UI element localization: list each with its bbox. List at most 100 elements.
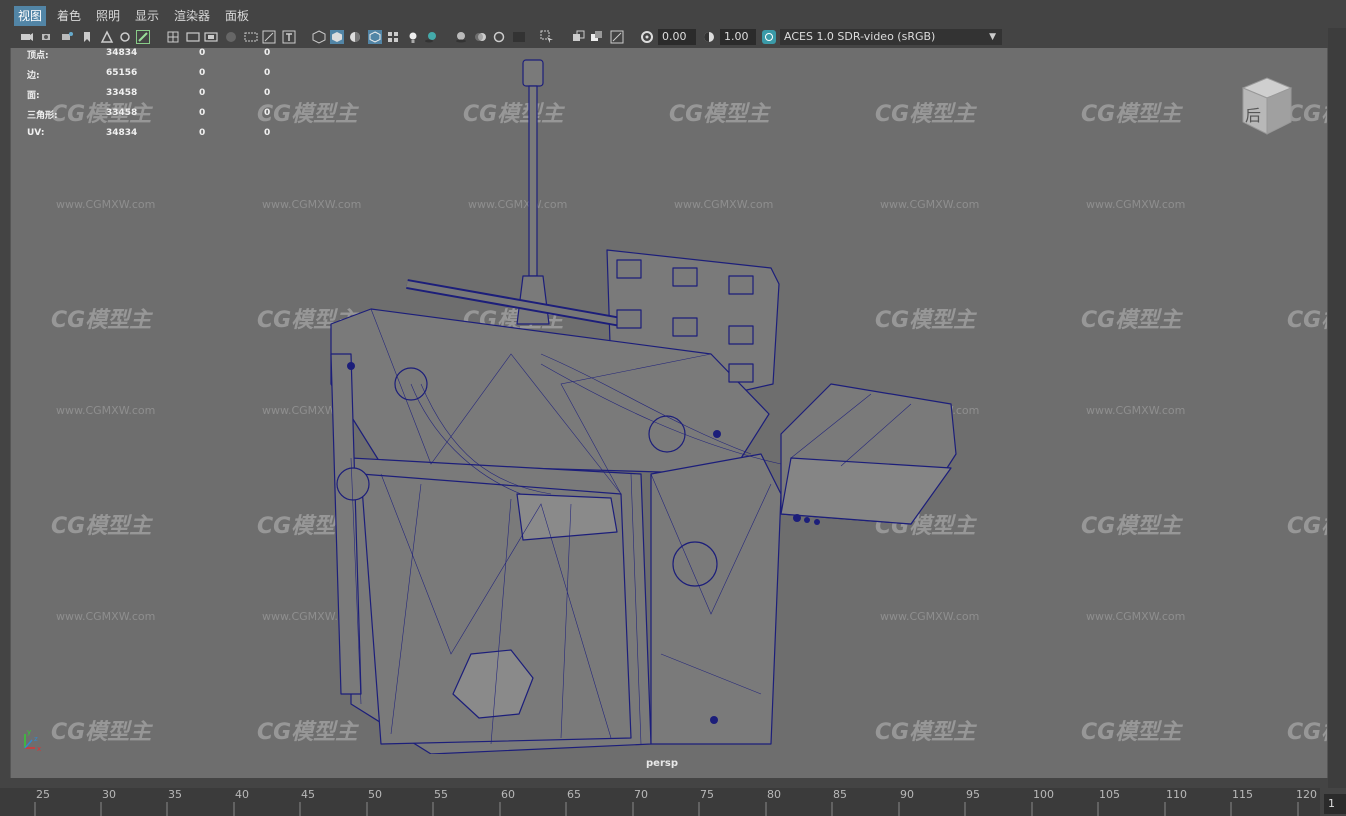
hud-label: 面: [27, 91, 40, 101]
hud-value: 0 [199, 128, 206, 138]
wireframe-on-shaded-icon[interactable] [368, 30, 382, 44]
time-slider[interactable]: 25 30 35 40 45 50 55 60 65 70 75 80 85 9… [0, 788, 1320, 816]
safe-title-icon[interactable] [282, 30, 296, 44]
svg-text:z: z [34, 735, 38, 743]
screen-space-ao-icon[interactable] [454, 30, 468, 44]
field-chart-icon[interactable] [244, 30, 258, 44]
hud-label: 边: [27, 71, 40, 81]
exposure-field[interactable]: 0.00 [658, 29, 696, 45]
persp-viewport[interactable]: 顶点: 34834 0 0 边: 65156 0 0 面: 33458 0 0 … [10, 48, 1328, 778]
isolate-select-icon[interactable] [540, 30, 554, 44]
time-tick: 80 [767, 788, 781, 801]
view-cube-face-label: 后 [1245, 106, 1262, 125]
time-tick: 50 [368, 788, 382, 801]
shadows-icon[interactable] [424, 30, 438, 44]
xray-joints-icon[interactable] [610, 30, 624, 44]
depth-of-field-icon[interactable] [512, 30, 526, 44]
film-gate-icon[interactable] [186, 30, 200, 44]
time-tick: 35 [168, 788, 182, 801]
watermark-url: www.CGMXW.com [1086, 198, 1186, 211]
current-frame-field[interactable]: 1 [1324, 794, 1346, 814]
watermark: CG模型主 [1081, 102, 1182, 127]
time-tick: 55 [434, 788, 448, 801]
menu-lighting[interactable]: 照明 [92, 6, 124, 26]
hud-value: 0 [264, 128, 271, 138]
watermark: CG模型主 [1287, 514, 1327, 539]
wireframe-icon[interactable] [312, 30, 326, 44]
time-tick: 65 [567, 788, 581, 801]
time-tick: 40 [235, 788, 249, 801]
bookmark-icon[interactable] [80, 30, 94, 44]
2d-pan-zoom-icon[interactable] [118, 30, 132, 44]
hud-label: UV: [27, 128, 45, 138]
watermark-url: www.CGMXW.com [56, 610, 156, 623]
watermark: CG模型主 [1287, 720, 1327, 745]
menu-view[interactable]: 视图 [14, 6, 47, 26]
viewport-toolbar: 0.00 1.00 ACES 1.0 SDR-video (sRGB) ▼ [0, 28, 1346, 48]
multisample-aa-icon[interactable] [492, 30, 506, 44]
gamma-field[interactable]: 1.00 [720, 29, 756, 45]
hud-value: 0 [264, 48, 271, 58]
color-management-icon[interactable] [762, 30, 776, 44]
hud-value: 0 [199, 108, 206, 118]
watermark: CG模型主 [51, 102, 152, 127]
watermark: CG模型主 [51, 720, 152, 745]
hud-value: 0 [199, 68, 206, 78]
bookmark-camera-icon[interactable] [60, 30, 74, 44]
motion-blur-icon[interactable] [474, 30, 488, 44]
use-all-lights-icon[interactable] [406, 30, 420, 44]
right-side-panel [1328, 28, 1346, 788]
watermark: CG模型主 [1081, 308, 1182, 333]
hud-value: 34834 [106, 48, 138, 58]
hud-value: 0 [264, 68, 271, 78]
xray-active-components-icon[interactable] [590, 30, 604, 44]
device-wireframe-model[interactable] [311, 54, 971, 754]
smooth-shade-icon[interactable] [330, 30, 344, 44]
safe-action-icon[interactable] [262, 30, 276, 44]
gamma-icon[interactable] [702, 30, 716, 44]
time-tick: 45 [301, 788, 315, 801]
camera-attributes-icon[interactable] [40, 30, 54, 44]
hud-value: 65156 [106, 68, 138, 78]
svg-text:y: y [27, 728, 31, 736]
textured-icon[interactable] [386, 30, 400, 44]
view-transform-value: ACES 1.0 SDR-video (sRGB) [784, 30, 936, 43]
time-tick: 60 [501, 788, 515, 801]
watermark-url: www.CGMXW.com [1086, 610, 1186, 623]
time-tick: 70 [634, 788, 648, 801]
time-tick: 90 [900, 788, 914, 801]
select-camera-icon[interactable] [20, 30, 34, 44]
time-tick: 85 [833, 788, 847, 801]
axis-gizmo-icon: x y z [24, 728, 41, 752]
gate-mask-icon[interactable] [224, 30, 238, 44]
camera-name-label: persp [646, 758, 678, 769]
time-tick: 105 [1099, 788, 1120, 801]
menu-renderer[interactable]: 渲染器 [170, 6, 214, 26]
view-cube[interactable]: 后 [1237, 74, 1297, 138]
hud-value: 34834 [106, 128, 138, 138]
time-tick: 100 [1033, 788, 1054, 801]
viewport-menubar: 视图 着色 照明 显示 渲染器 面板 [0, 0, 1346, 28]
time-tick: 75 [700, 788, 714, 801]
resolution-gate-icon[interactable] [204, 30, 218, 44]
watermark-url: www.CGMXW.com [1086, 404, 1186, 417]
exposure-icon[interactable] [640, 30, 654, 44]
grid-icon[interactable] [166, 30, 180, 44]
hud-label: 顶点: [27, 51, 49, 61]
time-tick: 95 [966, 788, 980, 801]
watermark: CG模型主 [51, 514, 152, 539]
image-plane-icon[interactable] [100, 30, 114, 44]
time-tick: 110 [1166, 788, 1187, 801]
view-transform-dropdown[interactable]: ACES 1.0 SDR-video (sRGB) ▼ [780, 29, 1002, 45]
watermark-url: www.CGMXW.com [56, 198, 156, 211]
time-tick: 30 [102, 788, 116, 801]
menu-show[interactable]: 显示 [131, 6, 163, 26]
xray-icon[interactable] [572, 30, 586, 44]
menu-panels[interactable]: 面板 [221, 6, 253, 26]
watermark: CG模型主 [1081, 514, 1182, 539]
menu-shading[interactable]: 着色 [53, 6, 85, 26]
default-material-icon[interactable] [348, 30, 362, 44]
watermark: CG模型主 [51, 308, 152, 333]
grease-pencil-icon[interactable] [136, 30, 150, 44]
hud-value: 0 [199, 88, 206, 98]
